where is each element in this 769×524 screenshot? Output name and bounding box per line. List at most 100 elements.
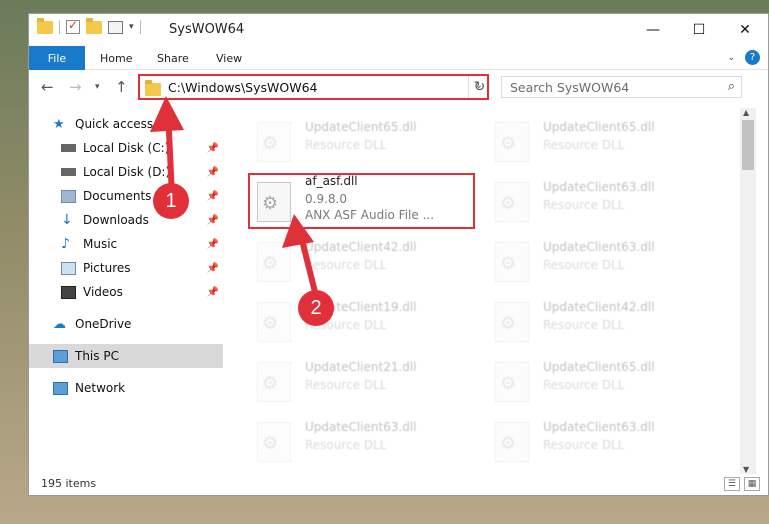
scrollbar-thumb[interactable]	[742, 120, 754, 170]
sidebar-item-documents[interactable]: Documents 📌	[29, 184, 223, 208]
pin-icon[interactable]: 📌	[207, 215, 219, 226]
details-view-icon[interactable]: ☰	[724, 477, 740, 491]
file-description: Resource DLL	[543, 438, 625, 452]
sidebar-item-label: Local Disk (D:)	[83, 165, 171, 179]
videos-icon	[61, 285, 76, 299]
quick-access-toolbar: ▾	[37, 17, 141, 34]
file-item[interactable]: UpdateClient42.dll Resource DLL	[487, 294, 717, 346]
tab-file[interactable]: File	[29, 46, 85, 70]
file-item[interactable]: UpdateClient65.dll Resource DLL	[487, 114, 717, 166]
search-icon[interactable]: ⌕	[728, 79, 735, 94]
star-icon: ★	[53, 116, 65, 132]
dll-file-icon	[257, 362, 291, 402]
downloads-icon: ↓	[61, 211, 73, 228]
title-bar: ▾ SysWOW64 — ☐ ✕	[29, 14, 768, 46]
pin-icon[interactable]: 📌	[207, 239, 219, 250]
pin-icon[interactable]: 📌	[207, 191, 219, 202]
maximize-button[interactable]: ☐	[676, 14, 722, 46]
file-description: Resource DLL	[543, 198, 625, 212]
address-bar[interactable]: C:\Windows\SysWOW64 ⌄	[138, 74, 489, 100]
close-button[interactable]: ✕	[722, 14, 768, 46]
sidebar-item-downloads[interactable]: ↓ Downloads 📌	[29, 208, 223, 232]
file-item[interactable]: UpdateClient63.dll Resource DLL	[487, 414, 717, 466]
pin-icon[interactable]: 📌	[207, 143, 219, 154]
dll-file-icon	[495, 302, 529, 342]
ribbon-right: ⌄ ?	[727, 50, 760, 65]
sidebar-item-local-disk-d[interactable]: Local Disk (D:) 📌	[29, 160, 223, 184]
file-item[interactable]: UpdateClient65.dll Resource DLL	[487, 354, 717, 406]
tab-share[interactable]: Share	[157, 46, 189, 70]
large-icons-view-icon[interactable]: ▦	[744, 477, 760, 491]
file-item[interactable]: UpdateClient65.dll Resource DLL	[249, 114, 479, 166]
dll-file-icon	[495, 422, 529, 462]
sidebar-item-quick-access[interactable]: ★ Quick access	[29, 112, 223, 136]
address-text[interactable]: C:\Windows\SysWOW64	[168, 80, 317, 95]
file-description: Resource DLL	[305, 258, 387, 272]
minimize-button[interactable]: —	[630, 14, 676, 46]
sidebar-item-label: Music	[83, 237, 118, 251]
back-icon[interactable]: ←	[41, 78, 54, 96]
music-icon: ♪	[61, 235, 70, 252]
sidebar-item-music[interactable]: ♪ Music 📌	[29, 232, 223, 256]
divider	[139, 20, 141, 34]
new-folder-icon[interactable]	[86, 17, 102, 34]
file-item[interactable]: UpdateClient63.dll Resource DLL	[487, 174, 717, 226]
file-item[interactable]: UpdateClient42.dll Resource DLL	[249, 234, 479, 286]
item-count: 195 items	[41, 477, 97, 490]
sidebar-item-label: OneDrive	[75, 317, 132, 331]
sidebar-item-label: Videos	[83, 285, 123, 299]
file-name: UpdateClient21.dll	[305, 360, 417, 374]
file-description: Resource DLL	[543, 138, 625, 152]
file-name: UpdateClient65.dll	[305, 120, 417, 134]
file-description: Resource DLL	[305, 138, 387, 152]
chevron-down-icon[interactable]: ▾	[129, 22, 134, 32]
recent-locations-icon[interactable]: ▾	[95, 82, 100, 92]
tab-view[interactable]: View	[216, 46, 242, 70]
vertical-scrollbar[interactable]: ▲ ▼	[740, 108, 756, 474]
pin-icon[interactable]: 📌	[207, 167, 219, 178]
file-item[interactable]: UpdateClient63.dll Resource DLL	[487, 234, 717, 286]
help-icon[interactable]: ?	[745, 50, 760, 65]
dll-file-icon	[495, 242, 529, 282]
refresh-icon[interactable]: ↻	[468, 76, 490, 98]
file-item[interactable]: UpdateClient19.dll Resource DLL	[249, 294, 479, 346]
sidebar-item-label: Documents	[83, 189, 152, 203]
forward-icon[interactable]: →	[69, 78, 82, 96]
sidebar-item-pictures[interactable]: Pictures 📌	[29, 256, 223, 280]
sidebar-item-videos[interactable]: Videos 📌	[29, 280, 223, 304]
tab-home[interactable]: Home	[100, 46, 132, 70]
up-icon[interactable]: ↑	[115, 78, 128, 96]
sidebar-item-onedrive[interactable]: ☁ OneDrive	[29, 312, 223, 336]
properties-check-icon[interactable]	[66, 18, 80, 34]
drive-icon	[61, 168, 76, 176]
file-item[interactable]: UpdateClient63.dll Resource DLL	[249, 414, 479, 466]
divider	[59, 20, 60, 34]
file-name: UpdateClient42.dll	[543, 300, 655, 314]
sidebar-item-this-pc[interactable]: This PC	[29, 344, 223, 368]
scroll-up-icon[interactable]: ▲	[743, 108, 749, 117]
highlight-box	[248, 173, 475, 229]
search-placeholder: Search SysWOW64	[510, 80, 630, 95]
dll-file-icon	[495, 182, 529, 222]
dll-file-icon	[495, 362, 529, 402]
expand-ribbon-icon[interactable]: ⌄	[727, 53, 735, 63]
view-buttons: ☰ ▦	[724, 477, 760, 491]
dll-file-icon	[257, 302, 291, 342]
sidebar-item-label: Local Disk (C:)	[83, 141, 170, 155]
sidebar-item-label: Network	[75, 381, 126, 395]
properties-icon[interactable]	[108, 20, 123, 34]
scroll-down-icon[interactable]: ▼	[743, 465, 749, 474]
sidebar-item-network[interactable]: Network	[29, 376, 223, 400]
folder-icon	[37, 17, 53, 34]
search-input[interactable]: Search SysWOW64 ⌕	[501, 76, 742, 98]
file-description: Resource DLL	[543, 378, 625, 392]
file-name: UpdateClient65.dll	[543, 120, 655, 134]
pin-icon[interactable]: 📌	[207, 263, 219, 274]
sidebar-item-label: Pictures	[83, 261, 131, 275]
sidebar-item-local-disk-c[interactable]: Local Disk (C:) 📌	[29, 136, 223, 160]
ribbon: File Home Share View ⌄ ?	[29, 46, 768, 70]
pin-icon[interactable]: 📌	[207, 287, 219, 298]
dll-file-icon	[257, 242, 291, 282]
navigation-bar: ← → ▾ ↑ C:\Windows\SysWOW64 ⌄ ↻ Search S…	[29, 71, 768, 103]
file-item[interactable]: UpdateClient21.dll Resource DLL	[249, 354, 479, 406]
